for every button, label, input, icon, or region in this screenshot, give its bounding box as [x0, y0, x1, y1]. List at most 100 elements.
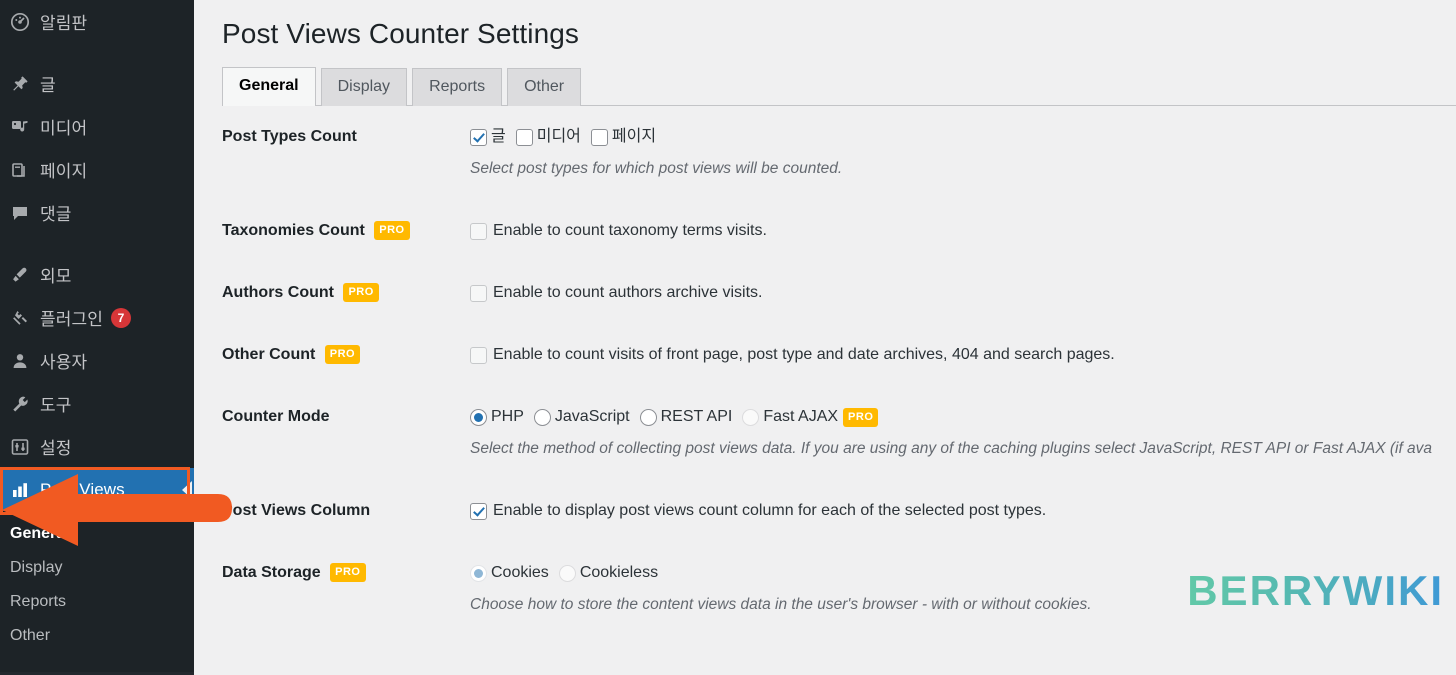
- sidebar-item-plugins[interactable]: 플러그인 7: [0, 296, 194, 339]
- plug-icon: [10, 308, 40, 328]
- setting-row-other-count: Other Count PRO Enable to count visits o…: [194, 324, 1456, 386]
- counter-mode-radio-group: PHP JavaScript REST API Fast AJAX PRO: [470, 406, 1456, 428]
- page-icon: [10, 160, 40, 180]
- checkbox-box[interactable]: [470, 284, 487, 302]
- tab-general[interactable]: General: [222, 67, 316, 106]
- setting-control-wrap: PHP JavaScript REST API Fast AJAX PRO Se…: [470, 386, 1456, 480]
- radio-option-php[interactable]: PHP: [470, 406, 524, 428]
- berrywiki-watermark: BERRYWIKI: [1187, 567, 1444, 614]
- sidebar-item-appearance[interactable]: 외모: [0, 253, 194, 296]
- sidebar-item-label: 페이지: [40, 162, 88, 181]
- checkbox-option-other[interactable]: Enable to count visits of front page, po…: [470, 344, 1456, 366]
- radio-option-rest-api[interactable]: REST API: [639, 406, 733, 428]
- checkbox-option-post-views-column[interactable]: Enable to display post views count colum…: [470, 500, 1456, 522]
- sidebar-item-label: 댓글: [40, 205, 72, 224]
- setting-label-wrap: Other Count PRO: [194, 324, 470, 386]
- radio-label: REST API: [660, 408, 733, 425]
- setting-description: Select the method of collecting post vie…: [470, 440, 1433, 457]
- radio-option-cookies[interactable]: Cookies: [470, 562, 549, 584]
- checkbox-option-authors[interactable]: Enable to count authors archive visits.: [470, 282, 1456, 304]
- submenu-item-other[interactable]: Other: [0, 619, 194, 653]
- checkbox-option-posts[interactable]: 글: [470, 126, 506, 148]
- pro-badge: PRO: [343, 283, 379, 302]
- sidebar-item-users[interactable]: 사용자: [0, 339, 194, 382]
- setting-label: Taxonomies Count: [222, 222, 365, 239]
- radio-circle[interactable]: [470, 408, 487, 426]
- setting-label-wrap: Post Views Column: [194, 480, 470, 542]
- setting-control-wrap: 글 미디어 페이지 Select post types for which po…: [470, 106, 1456, 200]
- pin-icon: [10, 74, 40, 94]
- checkbox-box[interactable]: [470, 502, 487, 520]
- sidebar-item-post-views[interactable]: Post Views: [0, 468, 194, 511]
- sidebar-item-posts[interactable]: 글: [0, 62, 194, 105]
- checkbox-box[interactable]: [470, 346, 487, 364]
- setting-label: Authors Count: [222, 284, 334, 301]
- radio-circle[interactable]: [470, 564, 487, 582]
- setting-row-counter-mode: Counter Mode PHP JavaScript REST API Fas…: [194, 386, 1456, 480]
- radio-label: JavaScript: [554, 408, 630, 425]
- pro-badge: PRO: [374, 221, 410, 240]
- checkbox-box[interactable]: [515, 128, 533, 146]
- tab-display[interactable]: Display: [320, 68, 408, 106]
- sidebar-item-label: 미디어: [40, 119, 88, 138]
- radio-label: Fast AJAX: [763, 408, 839, 425]
- sidebar-item-media[interactable]: 미디어: [0, 105, 194, 148]
- radio-circle[interactable]: [533, 408, 551, 426]
- submenu-item-reports[interactable]: Reports: [0, 585, 194, 619]
- setting-label-wrap: Taxonomies Count PRO: [194, 200, 470, 262]
- checkbox-option-taxonomies[interactable]: Enable to count taxonomy terms visits.: [470, 220, 1456, 242]
- setting-control-wrap: Enable to count visits of front page, po…: [470, 324, 1456, 386]
- checkbox-label: Enable to count authors archive visits.: [493, 284, 763, 301]
- settings-icon: [10, 437, 40, 457]
- radio-circle[interactable]: [558, 564, 576, 582]
- submenu-item-display[interactable]: Display: [0, 551, 194, 585]
- checkbox-label: 글: [491, 128, 506, 145]
- dashboard-icon: [10, 12, 40, 32]
- setting-row-post-views-column: Post Views Column Enable to display post…: [194, 480, 1456, 542]
- radio-circle[interactable]: [639, 408, 657, 426]
- setting-description: Select post types for which post views w…: [470, 160, 843, 177]
- setting-label: Post Types Count: [222, 128, 357, 145]
- checkbox-label: Enable to count visits of front page, po…: [493, 346, 1115, 363]
- radio-label: Cookieless: [579, 564, 659, 581]
- setting-label: Data Storage: [222, 564, 321, 581]
- checkbox-label: Enable to count taxonomy terms visits.: [493, 222, 767, 239]
- radio-circle[interactable]: [742, 408, 760, 426]
- sidebar-item-label: 외모: [40, 267, 72, 286]
- checkbox-box[interactable]: [590, 128, 608, 146]
- sidebar-item-tools[interactable]: 도구: [0, 382, 194, 425]
- radio-option-cookieless[interactable]: Cookieless: [558, 562, 659, 584]
- checkbox-label: 페이지: [611, 128, 657, 145]
- sidebar-item-comments[interactable]: 댓글: [0, 191, 194, 234]
- sidebar-separator-1: [0, 43, 194, 62]
- radio-option-javascript[interactable]: JavaScript: [533, 406, 630, 428]
- radio-option-fast-ajax[interactable]: Fast AJAX PRO: [742, 406, 879, 428]
- settings-tabs: General Display Reports Other: [222, 67, 1456, 106]
- submenu-item-general[interactable]: General: [0, 517, 194, 551]
- post-types-checkbox-group: 글 미디어 페이지: [470, 126, 1456, 148]
- post-views-submenu: General Display Reports Other: [0, 511, 194, 663]
- sidebar-item-dashboard[interactable]: 알림판: [0, 0, 194, 43]
- caret-left-icon: [182, 480, 192, 499]
- checkbox-box[interactable]: [470, 128, 487, 146]
- tab-other[interactable]: Other: [507, 68, 582, 106]
- checkbox-box[interactable]: [470, 222, 487, 240]
- sidebar-item-label: 글: [40, 76, 56, 95]
- checkbox-option-media[interactable]: 미디어: [515, 126, 581, 148]
- bar-chart-icon: [10, 480, 40, 500]
- sidebar-item-pages[interactable]: 페이지: [0, 148, 194, 191]
- pro-badge: PRO: [330, 563, 366, 582]
- checkbox-option-pages[interactable]: 페이지: [590, 126, 657, 148]
- sidebar-item-settings[interactable]: 설정: [0, 425, 194, 468]
- tab-reports[interactable]: Reports: [412, 68, 503, 106]
- pro-badge: PRO: [843, 407, 879, 427]
- setting-label-wrap: Counter Mode: [194, 386, 470, 448]
- setting-row-authors-count: Authors Count PRO Enable to count author…: [194, 262, 1456, 324]
- wordpress-admin-screen: 알림판 글 미디어 페이지 댓글 외모 플러그인 7 사용자 도구 설정 Pos…: [0, 0, 1456, 675]
- comment-icon: [10, 203, 40, 223]
- sidebar-item-label: 설정: [40, 439, 72, 458]
- sidebar-separator-2: [0, 234, 194, 253]
- setting-label-wrap: Authors Count PRO: [194, 262, 470, 324]
- setting-label-wrap: Post Types Count: [194, 106, 470, 168]
- setting-control-wrap: Enable to display post views count colum…: [470, 480, 1456, 542]
